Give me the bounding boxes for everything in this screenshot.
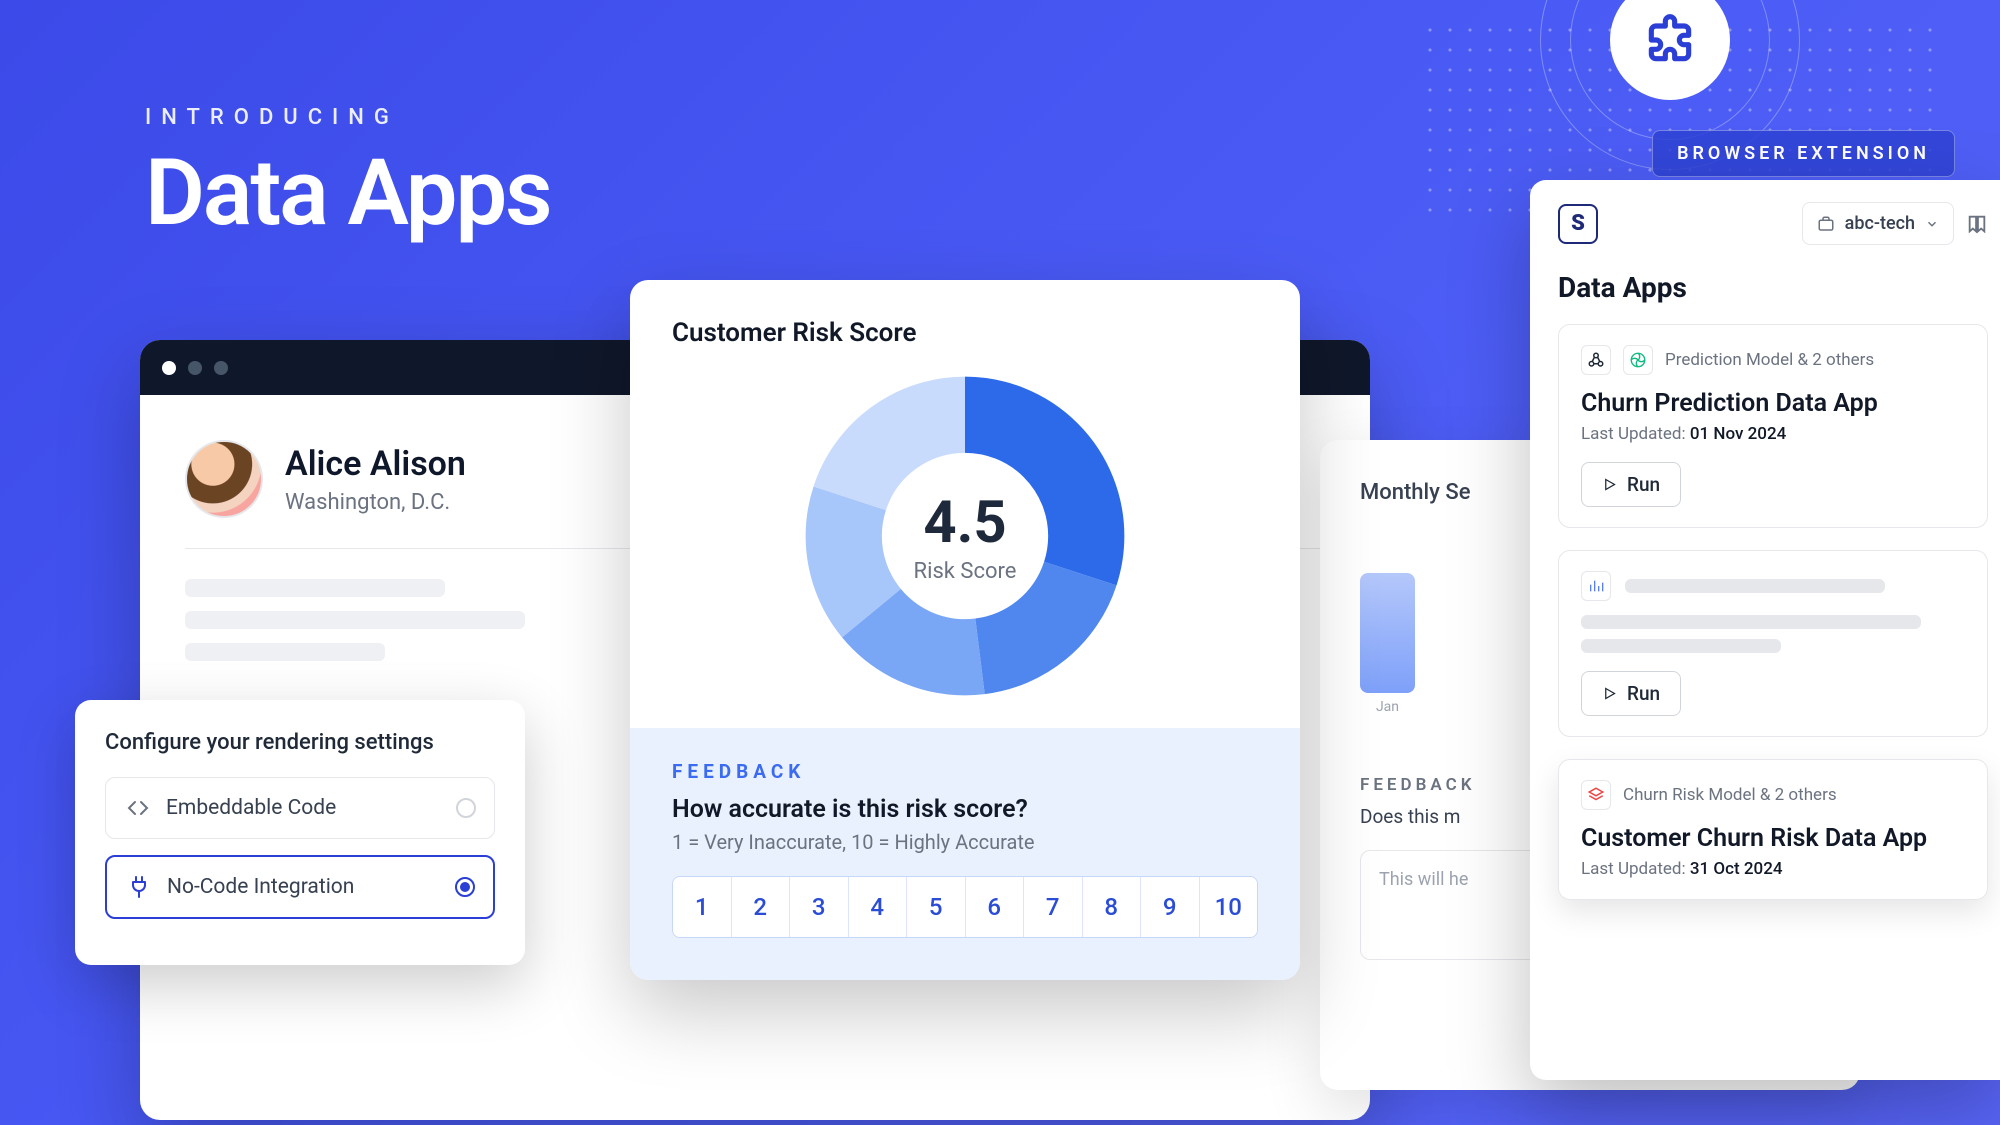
- hero: INTRODUCING Data Apps: [145, 105, 551, 247]
- scale-button-3[interactable]: 3: [790, 877, 849, 937]
- puzzle-icon: [1642, 12, 1698, 68]
- brand-logo-icon: S: [1558, 204, 1598, 244]
- config-option-nocode[interactable]: No-Code Integration: [105, 855, 495, 919]
- scale-button-6[interactable]: 6: [966, 877, 1025, 937]
- app-card[interactable]: Churn Risk Model & 2 others Customer Chu…: [1558, 759, 1988, 900]
- bar: [1360, 573, 1415, 693]
- app-title: Customer Churn Risk Data App: [1581, 824, 1965, 853]
- bar-label: Jan: [1360, 699, 1415, 715]
- scale-button-7[interactable]: 7: [1024, 877, 1083, 937]
- window-dot-close[interactable]: [162, 361, 176, 375]
- skeleton-line: [185, 611, 525, 629]
- skeleton-line: [185, 579, 445, 597]
- scale-button-5[interactable]: 5: [907, 877, 966, 937]
- scale-button-8[interactable]: 8: [1083, 877, 1142, 937]
- briefcase-icon: [1817, 215, 1835, 233]
- config-option-embeddable[interactable]: Embeddable Code: [105, 777, 495, 839]
- config-card: Configure your rendering settings Embedd…: [75, 700, 525, 965]
- radio-selected: [455, 877, 475, 897]
- app-card[interactable]: Prediction Model & 2 others Churn Predic…: [1558, 324, 1988, 528]
- risk-title: Customer Risk Score: [672, 318, 1258, 348]
- scale-button-4[interactable]: 4: [849, 877, 908, 937]
- chevron-down-icon: [1925, 217, 1939, 231]
- hero-title: Data Apps: [145, 140, 551, 247]
- window-dot-min[interactable]: [188, 361, 202, 375]
- model-text: Prediction Model & 2 others: [1665, 350, 1874, 370]
- org-name: abc-tech: [1845, 213, 1915, 234]
- run-button[interactable]: Run: [1581, 671, 1681, 716]
- feedback-question: How accurate is this risk score?: [672, 795, 1258, 824]
- app-card-skeleton: Run: [1558, 550, 1988, 737]
- openai-icon: [1623, 345, 1653, 375]
- risk-score-card: Customer Risk Score 4.5 Risk Score FEEDB…: [630, 280, 1300, 980]
- code-icon: [126, 796, 150, 820]
- profile-name: Alice Alison: [285, 444, 466, 484]
- risk-score-value: 4.5: [923, 489, 1006, 557]
- radio-unselected: [456, 798, 476, 818]
- window-dot-max[interactable]: [214, 361, 228, 375]
- scale-button-10[interactable]: 10: [1200, 877, 1258, 937]
- play-icon: [1602, 686, 1617, 701]
- config-option-label: No-Code Integration: [167, 875, 354, 899]
- run-label: Run: [1627, 473, 1660, 496]
- play-icon: [1602, 477, 1617, 492]
- avatar: [185, 440, 263, 518]
- run-button[interactable]: Run: [1581, 462, 1681, 507]
- hero-eyebrow: INTRODUCING: [145, 105, 551, 130]
- bookmark-icon[interactable]: [1966, 213, 1988, 235]
- app-meta: Last Updated: 01 Nov 2024: [1581, 424, 1965, 444]
- feedback-label: FEEDBACK: [672, 760, 1258, 783]
- risk-score-label: Risk Score: [914, 559, 1017, 584]
- plug-icon: [127, 875, 151, 899]
- feedback-scale: 12345678910: [672, 876, 1258, 938]
- app-title: Churn Prediction Data App: [1581, 389, 1965, 418]
- panel-heading: Data Apps: [1558, 271, 2000, 304]
- scale-button-9[interactable]: 9: [1141, 877, 1200, 937]
- scale-button-2[interactable]: 2: [732, 877, 791, 937]
- config-option-label: Embeddable Code: [166, 796, 336, 820]
- donut-chart: 4.5 Risk Score: [805, 376, 1125, 696]
- scale-button-1[interactable]: 1: [673, 877, 732, 937]
- feedback-hint: 1 = Very Inaccurate, 10 = Highly Accurat…: [672, 830, 1258, 854]
- data-apps-panel: S abc-tech Data Apps Prediction Model & …: [1530, 180, 2000, 1080]
- profile-location: Washington, D.C.: [285, 490, 466, 515]
- run-label: Run: [1627, 682, 1660, 705]
- app-meta: Last Updated: 31 Oct 2024: [1581, 859, 1965, 879]
- org-picker[interactable]: abc-tech: [1802, 202, 1954, 245]
- extension-label: BROWSER EXTENSION: [1652, 130, 1955, 177]
- skeleton-line: [185, 643, 385, 661]
- stack-icon: [1581, 780, 1611, 810]
- chart-icon: [1581, 571, 1611, 601]
- webhook-icon: [1581, 345, 1611, 375]
- config-title: Configure your rendering settings: [105, 730, 495, 755]
- model-text: Churn Risk Model & 2 others: [1623, 785, 1837, 805]
